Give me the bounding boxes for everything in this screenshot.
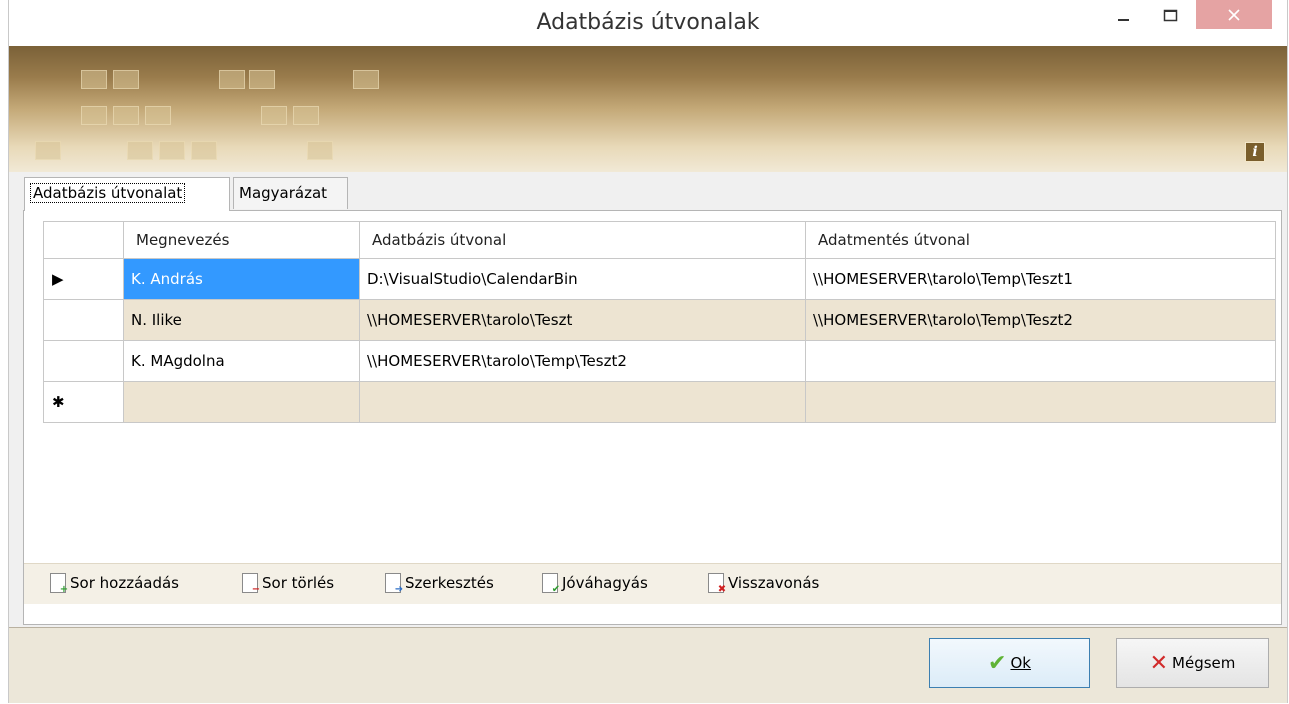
delete-document-icon: −: [242, 573, 260, 595]
table-row[interactable]: N. Ilike \\HOMESERVER\tarolo\Teszt \\HOM…: [43, 299, 1276, 341]
approve-document-icon: ✔: [542, 573, 560, 595]
cell-name[interactable]: [123, 381, 360, 423]
row-header-corner: [43, 221, 124, 259]
cancel-button[interactable]: ✕ Mégsem: [1116, 638, 1269, 688]
window-title: Adatbázis útvonalak: [536, 10, 760, 35]
tab-panel: Megnevezés Adatbázis útvonal Adatmentés …: [23, 210, 1282, 625]
cell-backup-path[interactable]: [805, 381, 1276, 423]
grid-toolbar: + Sor hozzáadás − Sor törlés ➜ Szerkeszt…: [24, 563, 1281, 604]
delete-row-button[interactable]: − Sor törlés: [242, 573, 335, 595]
banner-tile: [191, 141, 217, 160]
add-document-icon: +: [50, 573, 68, 595]
row-header[interactable]: [43, 340, 124, 382]
banner-tile: [35, 141, 61, 160]
banner-tile: [113, 70, 139, 89]
new-row[interactable]: ✱: [43, 381, 1276, 423]
column-header-db-path[interactable]: Adatbázis útvonal: [359, 221, 806, 259]
maximize-icon: [1163, 9, 1178, 22]
minimize-icon: [1118, 19, 1129, 21]
edit-button[interactable]: ➜ Szerkesztés: [385, 573, 494, 595]
tab-database-paths[interactable]: Adatbázis útvonalat: [24, 177, 230, 211]
new-row-indicator[interactable]: ✱: [43, 381, 124, 423]
close-button[interactable]: [1196, 0, 1272, 29]
banner-tile: [249, 70, 275, 89]
edit-label: Szerkesztés: [405, 574, 494, 592]
cell-name[interactable]: N. Ilike: [123, 299, 360, 341]
banner-tile: [219, 70, 245, 89]
cell-db-path[interactable]: \\HOMESERVER\tarolo\Teszt: [359, 299, 806, 341]
revert-button[interactable]: ✖ Visszavonás: [708, 573, 820, 595]
banner-tile: [145, 106, 171, 125]
info-icon[interactable]: i: [1245, 142, 1265, 162]
cell-db-path[interactable]: \\HOMESERVER\tarolo\Temp\Teszt2: [359, 340, 806, 382]
add-row-label: Sor hozzáadás: [70, 574, 179, 592]
banner-tile: [159, 141, 185, 160]
edit-document-icon: ➜: [385, 573, 403, 595]
revert-label: Visszavonás: [728, 574, 820, 592]
current-row-indicator[interactable]: ▶: [43, 258, 124, 300]
banner-tile: [261, 106, 287, 125]
ok-button[interactable]: ✔ Ok: [929, 638, 1090, 688]
table-row[interactable]: ▶ K. András D:\VisualStudio\CalendarBin …: [43, 258, 1276, 300]
banner-tile: [353, 70, 379, 89]
cell-name[interactable]: K. MAgdolna: [123, 340, 360, 382]
grid-header-row: Megnevezés Adatbázis útvonal Adatmentés …: [43, 221, 1276, 259]
add-row-button[interactable]: + Sor hozzáadás: [50, 573, 179, 595]
banner-tile: [127, 141, 153, 160]
cancel-label: Mégsem: [1172, 654, 1236, 672]
cell-db-path[interactable]: [359, 381, 806, 423]
cell-backup-path[interactable]: \\HOMESERVER\tarolo\Temp\Teszt1: [805, 258, 1276, 300]
tab-label: Magyarázat: [239, 184, 328, 202]
cell-db-path[interactable]: D:\VisualStudio\CalendarBin: [359, 258, 806, 300]
banner-tile: [293, 106, 319, 125]
tab-explanation[interactable]: Magyarázat: [233, 177, 348, 209]
minimize-button[interactable]: [1109, 0, 1139, 30]
tab-label: Adatbázis útvonalat: [30, 183, 186, 203]
title-bar[interactable]: Adatbázis útvonalak: [9, 0, 1287, 46]
paths-grid[interactable]: Megnevezés Adatbázis útvonal Adatmentés …: [43, 221, 1276, 423]
banner-tile: [113, 106, 139, 125]
dialog-window: Adatbázis útvonalak i Adatbázis útvonala…: [8, 0, 1288, 703]
banner-tile: [307, 141, 333, 160]
header-banner: [9, 46, 1287, 172]
x-icon: ✕: [1149, 650, 1169, 676]
cell-name[interactable]: K. András: [123, 258, 360, 300]
close-icon: [1228, 8, 1240, 21]
row-header[interactable]: [43, 299, 124, 341]
revert-document-icon: ✖: [708, 573, 726, 595]
approve-label: Jóváhagyás: [562, 574, 648, 592]
ok-label: Ok: [1010, 654, 1031, 672]
maximize-button[interactable]: [1156, 0, 1186, 30]
table-row[interactable]: K. MAgdolna \\HOMESERVER\tarolo\Temp\Tes…: [43, 340, 1276, 382]
cell-backup-path[interactable]: \\HOMESERVER\tarolo\Temp\Teszt2: [805, 299, 1276, 341]
banner-tile: [81, 106, 107, 125]
dialog-footer: ✔ Ok ✕ Mégsem: [9, 627, 1287, 703]
cell-backup-path[interactable]: [805, 340, 1276, 382]
banner-tile: [81, 70, 107, 89]
column-header-name[interactable]: Megnevezés: [123, 221, 360, 259]
column-header-backup-path[interactable]: Adatmentés útvonal: [805, 221, 1276, 259]
check-icon: ✔: [988, 650, 1007, 676]
delete-row-label: Sor törlés: [262, 574, 335, 592]
approve-button[interactable]: ✔ Jóváhagyás: [542, 573, 648, 595]
